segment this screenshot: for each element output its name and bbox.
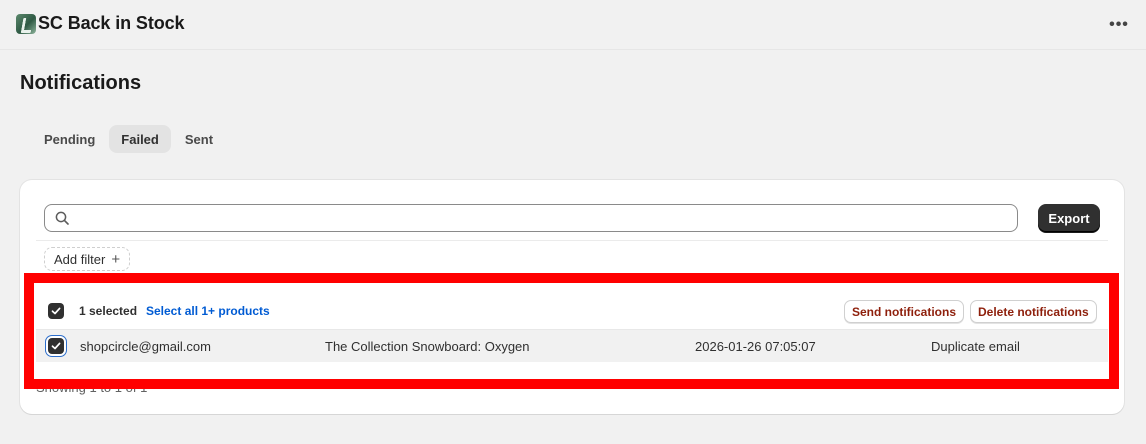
plus-icon: +: [111, 250, 121, 268]
send-notifications-button[interactable]: Send notifications: [844, 300, 965, 323]
tab-failed[interactable]: Failed: [109, 125, 171, 153]
app-header: SC Back in Stock •••: [0, 0, 1146, 50]
app-logo-icon: [16, 14, 36, 34]
export-button[interactable]: Export: [1038, 204, 1100, 232]
checkmark-icon: [51, 342, 61, 350]
row-checkbox[interactable]: [48, 338, 64, 354]
row-date: 2026-01-26 07:05:07: [695, 339, 816, 354]
row-product: The Collection Snowboard: Oxygen: [325, 339, 530, 354]
search-input[interactable]: [75, 207, 1005, 229]
search-field[interactable]: [44, 204, 1018, 232]
notifications-card: Export Add filter + 1 selected Select al…: [20, 180, 1124, 414]
add-filter-button[interactable]: Add filter +: [44, 247, 131, 271]
row-email: shopcircle@gmail.com: [80, 339, 211, 354]
tab-sent[interactable]: Sent: [173, 125, 225, 153]
search-icon: [55, 211, 69, 225]
select-all-link[interactable]: Select all 1+ products: [146, 304, 270, 318]
row-reason: Duplicate email: [931, 339, 1020, 354]
selected-count: 1 selected: [79, 304, 138, 318]
page-title: Notifications: [20, 72, 142, 94]
tab-pending[interactable]: Pending: [32, 125, 107, 153]
bulk-actions-bar: 1 selected Select all 1+ products Send n…: [36, 294, 1108, 328]
pagination-summary: Showing 1 to 1 of 1: [36, 380, 148, 395]
toolbar-divider: [36, 240, 1108, 241]
app-title: SC Back in Stock: [38, 13, 185, 33]
delete-notifications-button[interactable]: Delete notifications: [970, 300, 1097, 323]
add-filter-label: Add filter: [54, 251, 106, 267]
select-all-checkbox[interactable]: [48, 303, 64, 319]
status-tabs: Pending Failed Sent: [32, 125, 225, 153]
more-horizontal-icon: •••: [1109, 16, 1129, 33]
table-row[interactable]: shopcircle@gmail.com The Collection Snow…: [36, 329, 1108, 362]
more-actions-button[interactable]: •••: [1106, 12, 1132, 38]
checkmark-icon: [51, 307, 61, 315]
